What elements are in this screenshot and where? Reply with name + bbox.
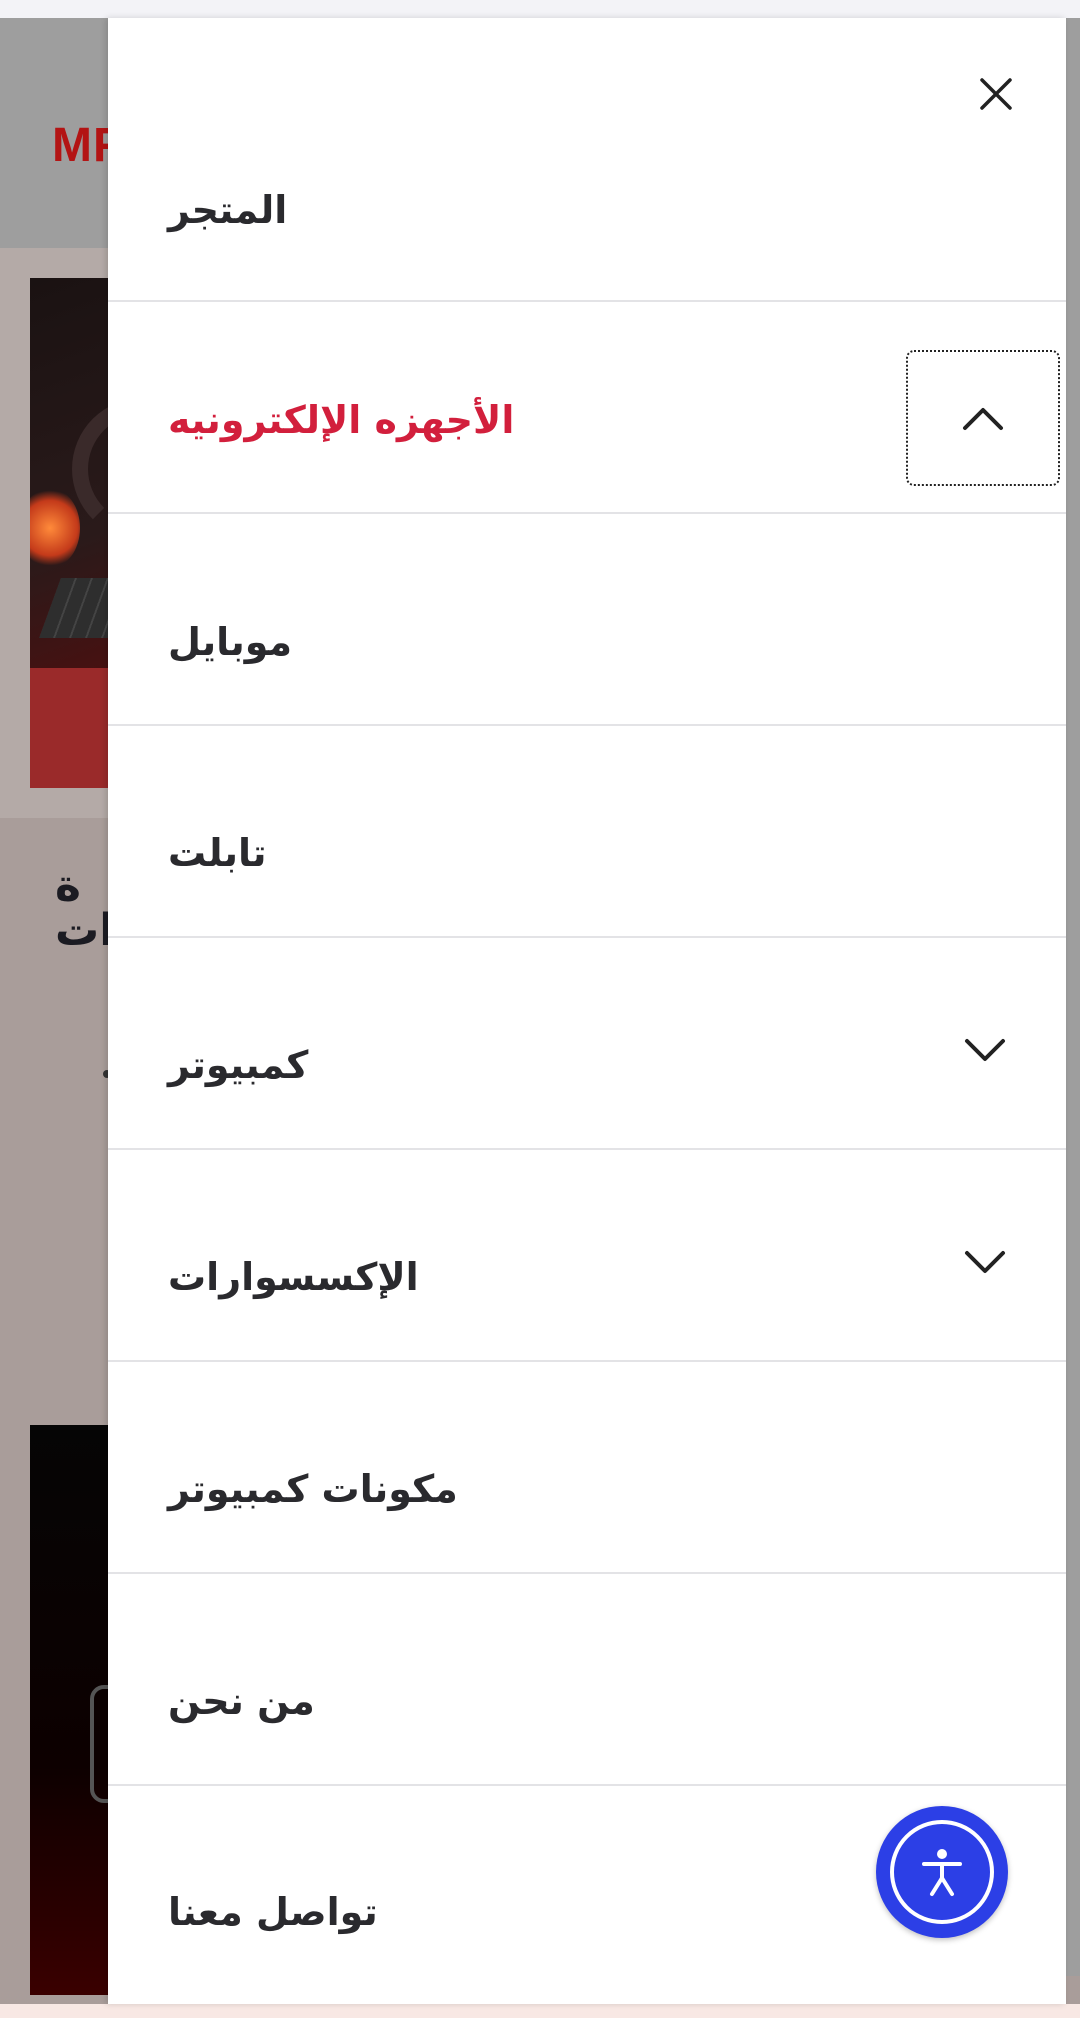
chevron-up-icon [963,408,1003,430]
divider [108,936,1066,938]
section-heading-line1: ة [55,860,81,911]
accessibility-icon [922,1849,962,1896]
chevron-down-icon [965,1039,1005,1061]
menu-item-label[interactable]: تابلت [168,831,267,875]
divider [108,1784,1066,1786]
menu-item-label[interactable]: مكونات كمبيوتر [168,1467,458,1511]
bottom-strip [0,2004,1080,2018]
menu-item-label[interactable]: كمبيوتر [168,1043,308,1087]
accessibility-ring [890,1820,994,1924]
menu-item-computer[interactable]: كمبيوتر [108,1035,1066,1095]
menu-item-label[interactable]: الإكسسوارات [168,1255,419,1299]
navigation-drawer: المتجر الأجهزه الإلكترونيه موبايل تابلت … [108,18,1066,2004]
menu-item-pc-components[interactable]: مكونات كمبيوتر [108,1459,1066,1519]
menu-item-label[interactable]: موبايل [168,620,292,664]
expand-toggle-accessories[interactable] [962,1240,1008,1286]
scrollbar-track [1066,18,1080,1976]
glow-graphic [30,488,80,568]
chevron-down-icon [965,1251,1005,1273]
menu-item-store[interactable]: المتجر [108,180,1066,240]
menu-item-tablet[interactable]: تابلت [108,823,1066,883]
divider [108,1148,1066,1150]
menu-item-label[interactable]: الأجهزه الإلكترونيه [168,398,514,442]
expand-toggle-computer[interactable] [962,1028,1008,1074]
divider [108,512,1066,514]
menu-item-label[interactable]: من نحن [168,1679,315,1723]
divider [108,724,1066,726]
menu-item-accessories[interactable]: الإكسسوارات [108,1247,1066,1307]
accessibility-button[interactable] [876,1806,1008,1938]
menu-item-about-us[interactable]: من نحن [108,1671,1066,1731]
close-button[interactable] [974,72,1018,116]
divider [108,1572,1066,1574]
divider [108,300,1066,302]
section-heading-line2: ات [55,905,115,956]
menu-item-label[interactable]: تواصل معنا [168,1890,378,1934]
menu-item-mobile[interactable]: موبايل [108,612,1066,672]
divider [108,1360,1066,1362]
menu-item-label[interactable]: المتجر [168,188,287,232]
top-status-strip [0,0,1080,18]
close-icon [980,78,1012,110]
collapse-toggle-electronics[interactable] [906,350,1060,486]
